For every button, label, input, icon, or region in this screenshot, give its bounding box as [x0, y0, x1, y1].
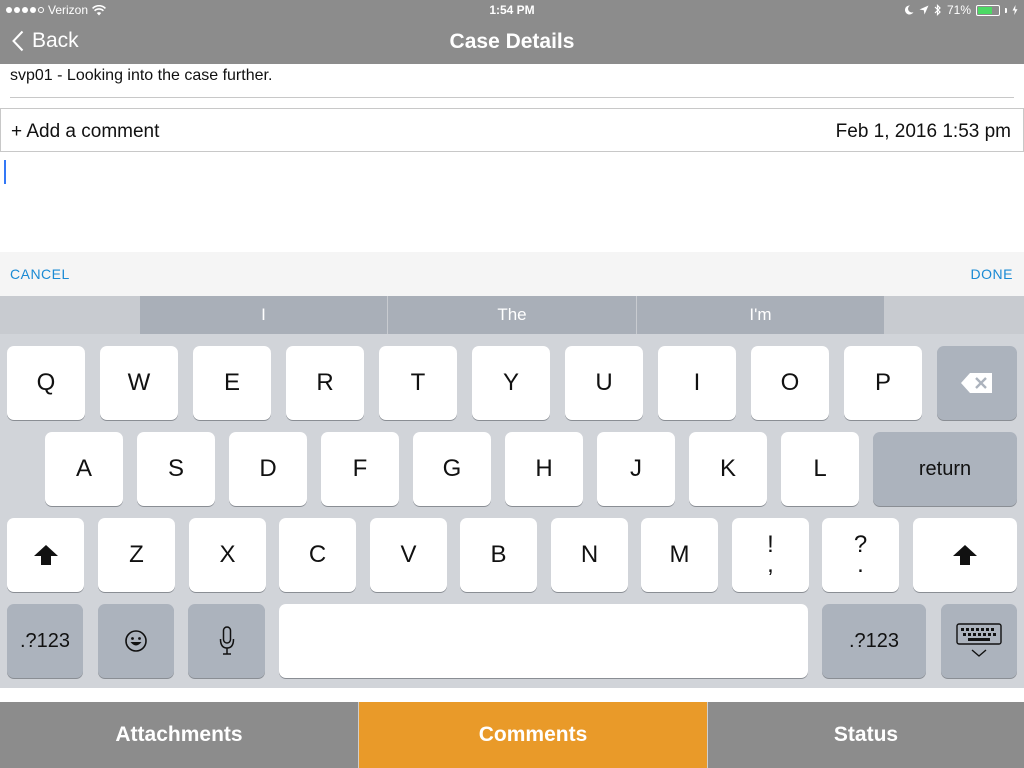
- key-y[interactable]: Y: [472, 346, 550, 420]
- backspace-icon: [961, 373, 992, 393]
- top-bar: Verizon 1:54 PM 71% Back Case Details: [0, 0, 1024, 64]
- divider: [10, 97, 1014, 98]
- key-c[interactable]: C: [279, 518, 356, 592]
- text-caret: [4, 160, 6, 184]
- page-title: Case Details: [449, 30, 575, 53]
- tab-attachments[interactable]: Attachments: [0, 702, 358, 768]
- key-t[interactable]: T: [379, 346, 457, 420]
- key-period-label: .: [857, 551, 864, 578]
- charging-icon: [1012, 5, 1018, 15]
- add-comment-row: + Add a comment Feb 1, 2016 1:53 pm: [0, 108, 1024, 152]
- return-key[interactable]: return: [873, 432, 1017, 506]
- status-right: 71%: [904, 3, 1018, 17]
- add-comment-button[interactable]: + Add a comment: [11, 121, 159, 143]
- key-g[interactable]: G: [413, 432, 491, 506]
- status-bar: Verizon 1:54 PM 71%: [0, 0, 1024, 20]
- numbers-key-left[interactable]: .?123: [7, 604, 83, 678]
- key-o[interactable]: O: [751, 346, 829, 420]
- key-comma-label: ,: [767, 551, 774, 578]
- cancel-button[interactable]: CANCEL: [10, 266, 70, 282]
- numbers-key-right[interactable]: .?123: [822, 604, 926, 678]
- key-j[interactable]: J: [597, 432, 675, 506]
- key-x[interactable]: X: [189, 518, 266, 592]
- key-p[interactable]: P: [844, 346, 922, 420]
- hide-keyboard-key[interactable]: [941, 604, 1017, 678]
- tab-bar: Attachments Comments Status: [0, 702, 1024, 768]
- battery-tip: [1005, 7, 1007, 13]
- prediction-2[interactable]: The: [388, 296, 637, 334]
- key-n[interactable]: N: [551, 518, 628, 592]
- done-button[interactable]: DONE: [971, 266, 1013, 282]
- emoji-icon: [125, 630, 147, 652]
- battery-icon: [976, 4, 1000, 16]
- previous-comment: svp01 - Looking into the case further.: [10, 67, 273, 84]
- key-m[interactable]: M: [641, 518, 718, 592]
- key-i[interactable]: I: [658, 346, 736, 420]
- keyboard: I The I'm Q W E R T Y U I O P A S D F G …: [0, 296, 1024, 688]
- bluetooth-icon: [934, 4, 941, 16]
- microphone-icon: [219, 626, 234, 655]
- shift-icon: [33, 545, 58, 565]
- dictation-key[interactable]: [188, 604, 265, 678]
- shift-icon: [953, 545, 977, 565]
- key-b[interactable]: B: [460, 518, 537, 592]
- key-z[interactable]: Z: [98, 518, 175, 592]
- shift-key-left[interactable]: [7, 518, 84, 592]
- key-s[interactable]: S: [137, 432, 215, 506]
- space-bar[interactable]: [279, 604, 808, 678]
- prediction-3[interactable]: I'm: [637, 296, 884, 334]
- key-l[interactable]: L: [781, 432, 859, 506]
- key-k[interactable]: K: [689, 432, 767, 506]
- key-exclamation-comma[interactable]: ! ,: [732, 518, 809, 592]
- key-w[interactable]: W: [100, 346, 178, 420]
- tab-status[interactable]: Status: [708, 702, 1024, 768]
- key-f[interactable]: F: [321, 432, 399, 506]
- status-time: 1:54 PM: [489, 3, 535, 17]
- backspace-key[interactable]: [937, 346, 1017, 420]
- prediction-1[interactable]: I: [140, 296, 388, 334]
- key-a[interactable]: A: [45, 432, 123, 506]
- location-icon: [919, 5, 929, 15]
- keyboard-dismiss-icon: [956, 623, 1002, 657]
- battery-level: [978, 6, 993, 14]
- tab-comments[interactable]: Comments: [359, 702, 707, 768]
- emoji-key[interactable]: [98, 604, 174, 678]
- key-e[interactable]: E: [193, 346, 271, 420]
- predictive-bar: I The I'm: [0, 296, 1024, 334]
- moon-icon: [904, 5, 914, 15]
- comment-input[interactable]: [0, 152, 1024, 252]
- navigation-bar: Back Case Details: [0, 20, 1024, 64]
- key-v[interactable]: V: [370, 518, 447, 592]
- action-bar: CANCEL DONE: [0, 252, 1024, 296]
- key-d[interactable]: D: [229, 432, 307, 506]
- key-r[interactable]: R: [286, 346, 364, 420]
- comment-date: Feb 1, 2016 1:53 pm: [835, 121, 1011, 142]
- shift-key-right[interactable]: [913, 518, 1017, 592]
- battery-percent: 71%: [946, 3, 971, 17]
- key-question-period[interactable]: ? .: [822, 518, 899, 592]
- key-h[interactable]: H: [505, 432, 583, 506]
- key-q[interactable]: Q: [7, 346, 85, 420]
- key-u[interactable]: U: [565, 346, 643, 420]
